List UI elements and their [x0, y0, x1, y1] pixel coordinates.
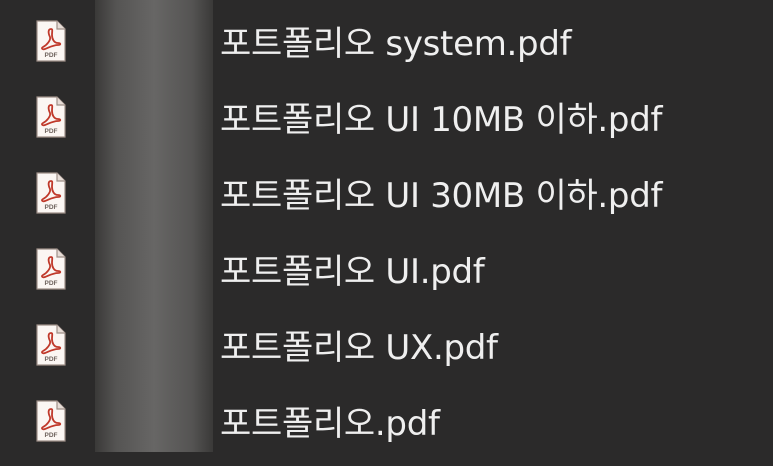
- pdf-icon-label: PDF: [45, 280, 58, 287]
- pdf-file-icon: PDF: [36, 96, 66, 138]
- pdf-file-icon: PDF: [36, 172, 66, 214]
- pdf-icon-label: PDF: [45, 52, 58, 59]
- pdf-file-icon: PDF: [36, 20, 66, 62]
- file-name: 포트폴리오 UI.pdf: [220, 252, 485, 292]
- blurred-redaction-area: [95, 0, 213, 452]
- file-name: 포트폴리오 UI 10MB 이하.pdf: [220, 100, 663, 140]
- pdf-file-icon: PDF: [36, 400, 66, 442]
- pdf-icon-label: PDF: [45, 204, 58, 211]
- file-name: 포트폴리오 system.pdf: [220, 24, 572, 64]
- pdf-icon-label: PDF: [45, 128, 58, 135]
- file-name: 포트폴리오 UI 30MB 이하.pdf: [220, 176, 663, 216]
- pdf-icon-label: PDF: [45, 356, 58, 363]
- pdf-icon-label: PDF: [45, 432, 58, 439]
- file-name: 포트폴리오.pdf: [220, 404, 440, 444]
- file-name: 포트폴리오 UX.pdf: [220, 328, 498, 368]
- pdf-file-icon: PDF: [36, 324, 66, 366]
- pdf-file-icon: PDF: [36, 248, 66, 290]
